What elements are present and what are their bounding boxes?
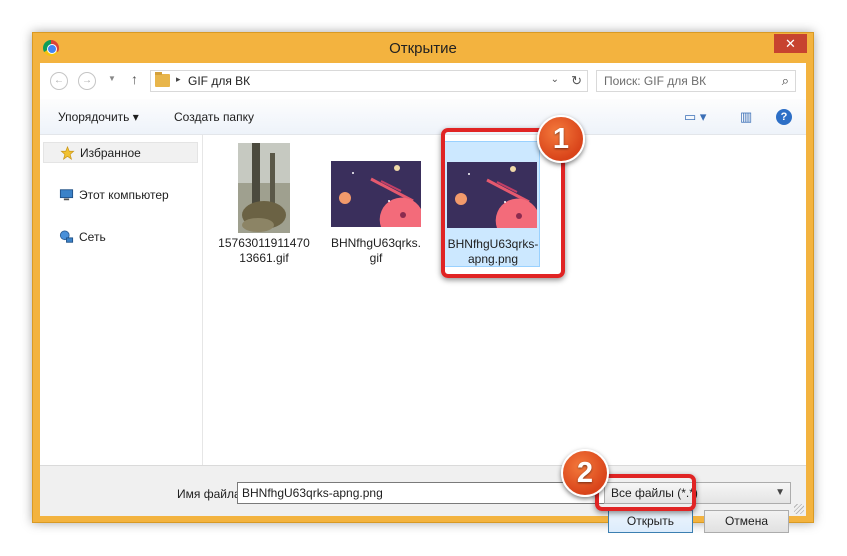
back-button[interactable]: ← (50, 72, 68, 90)
network-icon (59, 230, 74, 243)
recent-locations-dropdown[interactable]: ▼ (108, 74, 116, 83)
title-bar[interactable]: Открытие ✕ (33, 33, 813, 63)
refresh-icon[interactable]: ↻ (571, 73, 582, 89)
forward-button[interactable]: → (78, 72, 96, 90)
image-thumbnail (331, 161, 421, 227)
photo-thumbnail (238, 143, 290, 233)
breadcrumb-separator[interactable]: ▸ (176, 74, 181, 85)
filename-field[interactable] (237, 482, 612, 504)
address-bar[interactable]: ▸ GIF для ВК ⌄ ↻ (150, 70, 588, 92)
address-row: ← → ▼ ↑ ▸ GIF для ВК ⌄ ↻ ⌕ (40, 63, 806, 99)
cancel-button[interactable]: Отмена (704, 510, 789, 533)
resize-grip[interactable] (794, 504, 804, 514)
open-file-dialog: Открытие ✕ ← → ▼ ↑ ▸ GIF для ВК ⌄ ↻ ⌕ Уп… (32, 32, 814, 533)
file-item[interactable]: 1576301191147013661.gif (216, 141, 312, 267)
navigation-pane: Избранное Этот компьютер Сеть (40, 135, 203, 465)
step-badge: 2 (561, 449, 609, 497)
highlight-box-open (595, 474, 696, 511)
address-dropdown-icon[interactable]: ⌄ (551, 74, 559, 85)
dialog-body: ← → ▼ ↑ ▸ GIF для ВК ⌄ ↻ ⌕ Упорядочить ▾… (40, 63, 806, 533)
open-button[interactable]: Открыть (608, 510, 693, 533)
computer-icon (59, 189, 74, 201)
change-view-icon[interactable]: ▭ ▾ (684, 109, 706, 125)
search-input[interactable] (597, 71, 767, 91)
sidebar-item-label: Этот компьютер (79, 188, 169, 202)
search-icon[interactable]: ⌕ (782, 73, 789, 89)
up-button[interactable]: ↑ (131, 71, 138, 87)
search-box[interactable]: ⌕ (596, 70, 796, 92)
sidebar-item-network[interactable]: Сеть (43, 227, 198, 248)
file-name: 1576301191147013661.gif (218, 236, 310, 265)
folder-icon (155, 72, 170, 87)
star-icon (60, 146, 75, 160)
organize-button[interactable]: Упорядочить ▾ (58, 110, 139, 124)
preview-pane-icon[interactable]: ▥ (740, 109, 752, 125)
new-folder-button[interactable]: Создать папку (174, 110, 254, 124)
help-icon[interactable]: ? (776, 109, 792, 125)
breadcrumb-current-folder[interactable]: GIF для ВК (188, 74, 250, 88)
sidebar-item-label: Сеть (79, 230, 106, 244)
filename-label: Имя файла: (177, 487, 244, 501)
command-toolbar: Упорядочить ▾ Создать папку ▭ ▾ ▥ ? (40, 99, 806, 135)
chevron-down-icon[interactable]: ▼ (775, 483, 785, 503)
sidebar-item-label: Избранное (80, 146, 141, 160)
sidebar-item-this-pc[interactable]: Этот компьютер (43, 185, 198, 206)
step-badge: 1 (537, 115, 585, 163)
filename-input[interactable] (238, 483, 611, 503)
file-name: BHNfhgU63qrks.gif (330, 236, 422, 265)
sidebar-item-favorites[interactable]: Избранное (43, 142, 198, 163)
close-button[interactable]: ✕ (774, 34, 807, 53)
file-item[interactable]: BHNfhgU63qrks.gif (328, 141, 424, 267)
dialog-title: Открытие (389, 40, 457, 57)
